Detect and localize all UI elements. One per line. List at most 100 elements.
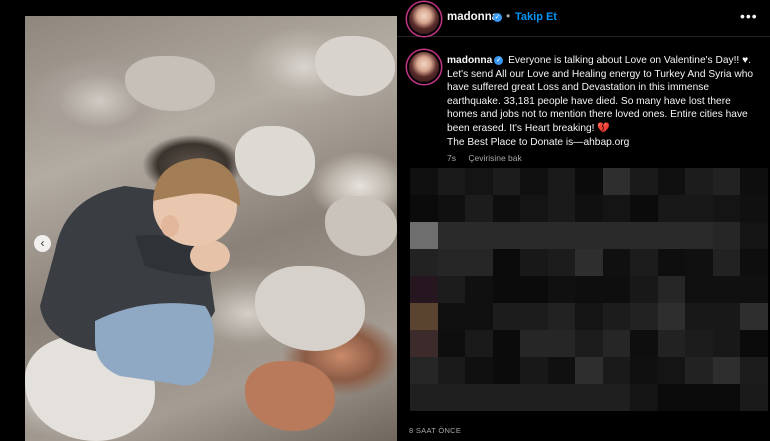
avatar[interactable] [409, 4, 439, 34]
pixel-block [465, 303, 493, 330]
pixel-block [520, 384, 548, 411]
pixel-block [685, 222, 713, 249]
pixel-block [465, 357, 493, 384]
post-header: madonna ✓ • Takip Et ••• [397, 0, 770, 37]
pixel-block [410, 384, 438, 411]
pixel-block [492, 357, 520, 384]
pixel-block [410, 357, 438, 384]
pixel-block [437, 249, 465, 276]
pixel-block [657, 384, 685, 411]
caption-username[interactable]: madonna [447, 55, 492, 66]
pixel-block [657, 195, 685, 222]
more-options-icon[interactable]: ••• [740, 8, 758, 24]
pixel-block [712, 303, 740, 330]
header-username[interactable]: madonna [447, 11, 498, 23]
pixel-block [740, 330, 768, 357]
broken-heart-icon: 💔 [597, 122, 611, 134]
pixel-block [575, 303, 603, 330]
post-caption: madonna ✓ Everyone is talking about Love … [447, 54, 759, 149]
pixel-block [712, 357, 740, 384]
pixel-block [547, 222, 575, 249]
pixel-block [520, 357, 548, 384]
pixel-block [630, 195, 658, 222]
post-timestamp: 8 SAAT ÖNCE [409, 426, 462, 435]
pixel-block [602, 195, 630, 222]
pixel-block [657, 276, 685, 303]
pixel-block [685, 357, 713, 384]
pixel-block [685, 195, 713, 222]
pixel-block [492, 222, 520, 249]
pixel-block [685, 276, 713, 303]
pixel-block [630, 222, 658, 249]
pixel-block [657, 357, 685, 384]
pixel-block [630, 168, 658, 195]
child-figure [40, 158, 240, 386]
pixel-block [602, 303, 630, 330]
pixel-block [520, 222, 548, 249]
verified-badge-icon: ✓ [494, 56, 504, 65]
pixel-block [437, 195, 465, 222]
pixel-block [492, 330, 520, 357]
pixel-block [437, 222, 465, 249]
pixel-block [492, 168, 520, 195]
previous-photo-arrow[interactable]: ‹ [34, 235, 51, 252]
post-media-area: ‹ [0, 0, 397, 441]
pixel-block [657, 303, 685, 330]
pixel-block [712, 276, 740, 303]
rubble-rock [315, 36, 395, 96]
pixel-block [410, 168, 438, 195]
caption-donate-text: The Best Place to Donate is—ahbap.org [447, 136, 630, 148]
pixel-block [657, 330, 685, 357]
pixel-block [740, 276, 768, 303]
pixel-block [657, 222, 685, 249]
pixel-block [492, 384, 520, 411]
pixel-block [602, 330, 630, 357]
pixelated-comments-area [410, 168, 770, 418]
pixel-block [712, 249, 740, 276]
pixel-block [520, 303, 548, 330]
pixel-block [465, 276, 493, 303]
pixel-block [685, 384, 713, 411]
pixel-block [685, 330, 713, 357]
pixel-block [575, 330, 603, 357]
pixel-block [520, 195, 548, 222]
caption-meta: 7s Çevirisine bak [447, 153, 522, 163]
pixel-block [740, 303, 768, 330]
caption-avatar[interactable] [409, 52, 439, 82]
follow-button[interactable]: Takip Et [515, 11, 557, 23]
pixel-block [630, 276, 658, 303]
pixel-block [602, 168, 630, 195]
pixel-block [437, 330, 465, 357]
pixel-block [740, 222, 768, 249]
pixel-block [685, 303, 713, 330]
pixel-block [437, 276, 465, 303]
pixel-block [520, 330, 548, 357]
pixel-block [740, 168, 768, 195]
pixel-block [547, 276, 575, 303]
verified-badge-icon: ✓ [493, 13, 502, 22]
pixel-block [575, 168, 603, 195]
pixel-block [602, 249, 630, 276]
pixel-block [437, 357, 465, 384]
pixel-block [465, 249, 493, 276]
pixel-block [630, 303, 658, 330]
pixel-block [465, 384, 493, 411]
pixel-block [410, 276, 438, 303]
pixel-block [410, 222, 438, 249]
pixel-block [547, 195, 575, 222]
pixel-block [740, 249, 768, 276]
pixel-block [630, 357, 658, 384]
translate-link[interactable]: Çevirisine bak [468, 153, 521, 163]
rubble-rock [245, 361, 335, 431]
post-sidebar: madonna ✓ • Takip Et ••• madonna ✓ Everyo… [397, 0, 770, 441]
pixel-block [492, 303, 520, 330]
pixel-block [575, 384, 603, 411]
pixel-block [547, 168, 575, 195]
pixel-block [520, 276, 548, 303]
pixel-block [575, 195, 603, 222]
post-photo[interactable]: ‹ [25, 16, 397, 441]
pixel-block [657, 249, 685, 276]
pixel-block [465, 222, 493, 249]
pixel-block [740, 195, 768, 222]
pixel-block [630, 384, 658, 411]
